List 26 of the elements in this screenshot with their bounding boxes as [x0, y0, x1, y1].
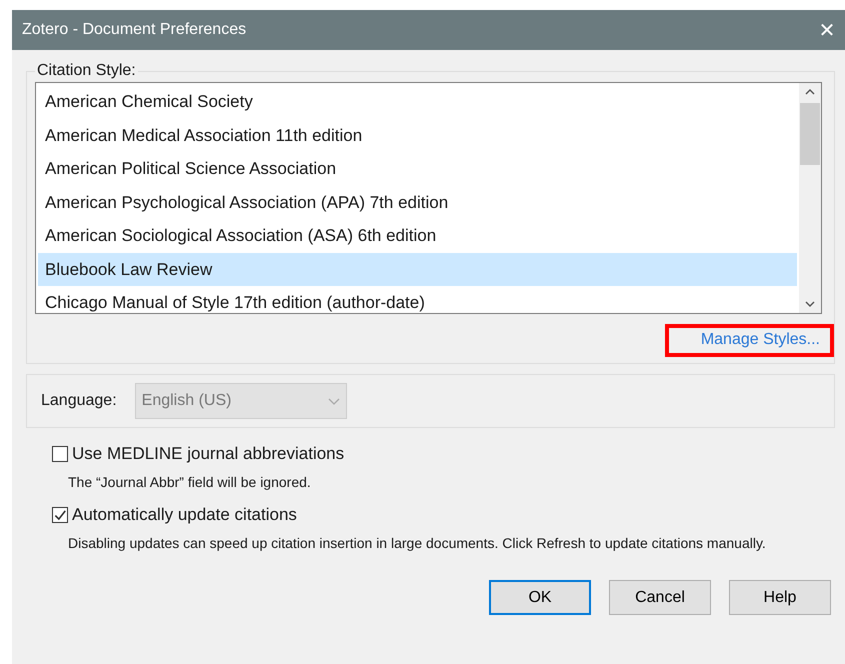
- checkbox[interactable]: [52, 446, 68, 462]
- window-title: Zotero - Document Preferences: [22, 21, 246, 39]
- checkbox[interactable]: [52, 507, 68, 523]
- language-label: Language:: [41, 392, 117, 410]
- checkbox-option[interactable]: Use MEDLINE journal abbreviations: [52, 444, 344, 464]
- style-item[interactable]: American Medical Association 11th edition: [38, 118, 797, 152]
- dialog-button[interactable]: OK: [489, 580, 591, 615]
- scroll-up-icon[interactable]: [805, 89, 815, 95]
- scrollbar[interactable]: [799, 83, 821, 313]
- style-item[interactable]: American Sociological Association (ASA) 6th edition: [38, 219, 797, 252]
- style-item[interactable]: Chicago Manual of Style 17th edition (author-date): [38, 286, 797, 313]
- scroll-down-icon[interactable]: [805, 301, 815, 307]
- option-description: Disabling updates can speed up citation insertion in large documents. Click Refresh to update citations manually.: [68, 534, 767, 553]
- manage-styles-link[interactable]: Manage Styles...: [664, 324, 834, 357]
- style-item[interactable]: American Psychological Association (APA) 7th edition: [38, 186, 797, 219]
- group-label: Citation Style:: [36, 62, 137, 80]
- scroll-thumb[interactable]: [800, 103, 820, 165]
- style-item[interactable]: Bluebook Law Review: [38, 252, 797, 286]
- dialog-button[interactable]: Help: [729, 580, 831, 615]
- caret-icon: [328, 398, 340, 404]
- option-description: The “Journal Abbr” field will be ignored.: [68, 473, 312, 492]
- checkbox-option[interactable]: Automatically update citations: [52, 505, 297, 525]
- style-item[interactable]: American Chemical Society: [38, 85, 797, 118]
- style-item[interactable]: American Political Science Association: [38, 152, 797, 186]
- dialog-button[interactable]: Cancel: [609, 580, 711, 615]
- close-button[interactable]: ✕: [809, 12, 845, 48]
